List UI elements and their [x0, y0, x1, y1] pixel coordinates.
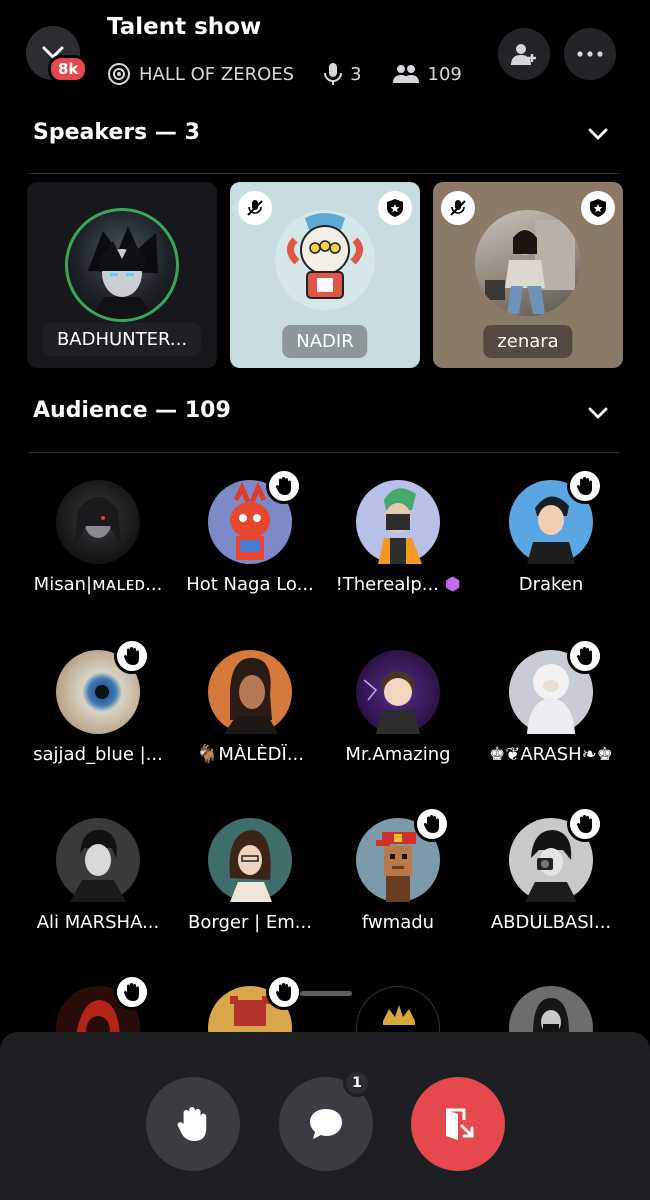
leave-icon	[446, 1108, 474, 1140]
divider	[28, 173, 620, 174]
speakers-collapse-icon[interactable]	[586, 122, 610, 146]
raised-hand-icon	[567, 638, 603, 674]
page-title: Talent show	[107, 14, 262, 40]
member-name: fwmadu	[361, 912, 435, 933]
avatar	[56, 480, 140, 564]
member-name: Hot Naga Lo...	[186, 574, 314, 595]
more-icon	[577, 51, 603, 57]
avatar	[65, 208, 179, 322]
raised-hand-icon	[414, 806, 450, 842]
moderator-shield-icon	[581, 191, 615, 225]
avatar	[356, 480, 440, 564]
channel-name: HALL OF ZEROES	[139, 63, 295, 85]
speaker-count: 3	[350, 63, 362, 85]
audience-member[interactable]: Misan|ᴍᴀʟᴇᴅ...	[23, 480, 173, 595]
avatar	[475, 210, 581, 316]
leave-stage-button[interactable]	[411, 1077, 505, 1171]
audience-member[interactable]: ♚❦ARASH❧♚	[476, 638, 626, 765]
member-name: ♚❦ARASH❧♚	[489, 744, 613, 765]
member-name: sajjad_blue |...	[33, 744, 163, 765]
stage-meta: HALL OF ZEROES 3 109	[107, 62, 462, 86]
audience-member[interactable]: Hot Naga Lo...	[175, 468, 325, 595]
avatar	[509, 806, 603, 902]
audience-member[interactable]: fwmadu	[323, 806, 473, 933]
raised-hand-icon	[114, 638, 150, 674]
listener-count: 109	[427, 63, 462, 85]
member-name: !Therealp... ⬢	[323, 574, 473, 595]
member-name: Mr.Amazing	[345, 744, 451, 765]
speaker-card[interactable]: zenara	[433, 182, 623, 368]
notification-badge: 8k	[48, 55, 89, 83]
raised-hand-icon	[567, 806, 603, 842]
audience-member[interactable]: Mr.Amazing	[323, 650, 473, 765]
microphone-icon	[324, 63, 343, 85]
raised-hand-icon	[266, 468, 302, 504]
avatar	[509, 638, 603, 734]
chat-notification-badge: 1	[343, 1069, 371, 1097]
avatar	[208, 818, 292, 902]
member-name: 🐐MÀLÈDÏ...	[196, 744, 304, 765]
speakers-heading: Speakers — 3	[33, 120, 200, 145]
raised-hand-icon	[266, 974, 302, 1010]
member-name-text: !Therealp...	[335, 574, 439, 595]
raise-hand-icon	[177, 1107, 207, 1141]
raised-hand-icon	[114, 974, 150, 1010]
audience-heading: Audience — 109	[33, 398, 231, 423]
people-icon	[392, 65, 419, 83]
add-user-icon	[511, 44, 536, 65]
member-name: Ali MARSHA...	[36, 912, 160, 933]
drag-handle[interactable]	[300, 991, 352, 996]
avatar	[509, 468, 603, 564]
header: 8k Talent show HALL OF ZEROES 3 109	[0, 0, 650, 110]
boost-gem-icon: ⬢	[444, 574, 461, 595]
raise-hand-button[interactable]	[146, 1077, 240, 1171]
avatar	[56, 638, 150, 734]
more-options-button[interactable]	[564, 28, 616, 80]
speaker-card[interactable]: NADIR	[230, 182, 420, 368]
speaker-name: NADIR	[282, 325, 368, 358]
avatar	[208, 650, 292, 734]
avatar	[356, 806, 450, 902]
member-name: Misan|ᴍᴀʟᴇᴅ...	[33, 574, 163, 595]
divider	[28, 452, 620, 453]
avatar	[56, 818, 140, 902]
muted-icon	[441, 191, 475, 225]
muted-icon	[238, 191, 272, 225]
audience-member[interactable]: !Therealp... ⬢	[323, 480, 473, 595]
moderator-shield-icon	[378, 191, 412, 225]
member-name: ABDULBASI...	[490, 912, 612, 933]
audience-member[interactable]: ABDULBASI...	[476, 806, 626, 933]
audience-member[interactable]: Ali MARSHA...	[23, 818, 173, 933]
chat-bubble-icon	[310, 1109, 342, 1139]
stage-icon	[108, 63, 130, 85]
member-name: Borger | Em...	[188, 912, 312, 933]
speaker-name: BADHUNTER...	[42, 323, 202, 356]
raised-hand-icon	[567, 468, 603, 504]
member-name: Draken	[518, 574, 584, 595]
chat-button[interactable]: 1	[279, 1069, 373, 1171]
audience-member[interactable]: Borger | Em...	[175, 818, 325, 933]
avatar	[356, 650, 440, 734]
speaker-name: zenara	[483, 325, 573, 358]
audience-collapse-icon[interactable]	[586, 401, 610, 425]
avatar	[208, 468, 302, 564]
invite-button[interactable]	[498, 28, 550, 80]
avatar	[275, 210, 375, 310]
audience-member[interactable]: Draken	[476, 468, 626, 595]
audience-member[interactable]: sajjad_blue |...	[23, 638, 173, 765]
speaker-card[interactable]: BADHUNTER...	[27, 182, 217, 368]
audience-member[interactable]: 🐐MÀLÈDÏ...	[175, 650, 325, 765]
